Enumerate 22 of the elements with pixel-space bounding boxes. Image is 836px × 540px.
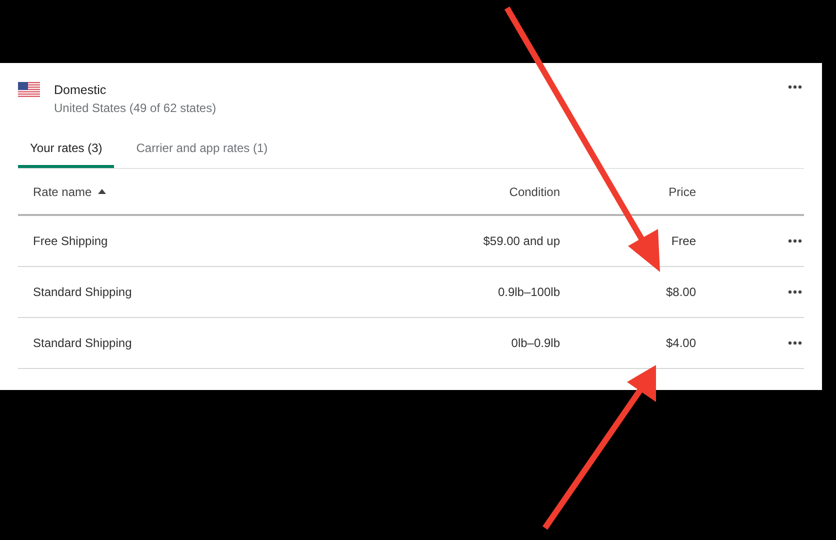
table-cell-text: $8.00 xyxy=(666,284,696,301)
table-cell-text: $4.00 xyxy=(666,335,696,352)
tab[interactable]: Carrier and app rates (1) xyxy=(124,131,280,168)
table-cell-text: Free Shipping xyxy=(33,233,108,250)
more-icon[interactable] xyxy=(788,239,802,243)
zone-subtitle: United States (49 of 62 states) xyxy=(54,100,216,117)
more-icon[interactable] xyxy=(788,85,802,89)
column-header[interactable]: Rate name xyxy=(33,182,92,200)
table-cell-text: Free xyxy=(671,233,696,250)
sort-up-icon xyxy=(98,189,106,194)
table-cell-text: 0lb–0.9lb xyxy=(511,335,560,352)
tab[interactable]: Your rates (3) xyxy=(18,131,114,168)
table-cell-text: Standard Shipping xyxy=(33,335,132,352)
zone-title: Domestic xyxy=(54,82,108,99)
flag-icon xyxy=(18,82,40,97)
column-header[interactable]: Condition xyxy=(509,182,560,200)
more-icon[interactable] xyxy=(788,290,802,294)
table-cell-text: 0.9lb–100lb xyxy=(498,284,560,301)
more-icon[interactable] xyxy=(788,341,802,345)
table-cell-text: Standard Shipping xyxy=(33,284,132,301)
table-cell-text: $59.00 and up xyxy=(483,233,560,250)
column-header[interactable]: Price xyxy=(668,182,696,200)
